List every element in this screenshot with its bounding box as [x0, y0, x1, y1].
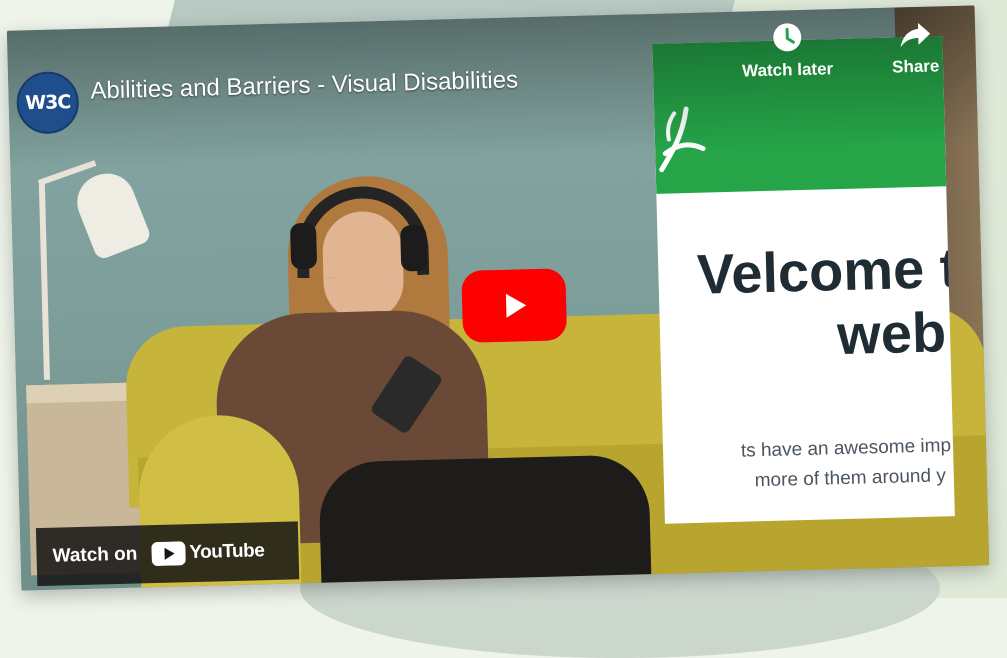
- share-label: Share: [891, 56, 940, 77]
- thumbnail-headphone-right: [400, 224, 428, 272]
- channel-avatar-text: W3C: [24, 91, 71, 115]
- share-arrow-icon: [900, 22, 930, 48]
- slide-heading: Velcome t web: [652, 235, 955, 372]
- clock-icon: [772, 23, 801, 52]
- youtube-logo: YouTube: [151, 539, 265, 567]
- watch-later-label: Watch later: [741, 59, 834, 81]
- thumbnail-headphone-left: [289, 222, 318, 270]
- slide-body-text: ts have an awesome imp more of them arou…: [663, 431, 955, 499]
- play-button[interactable]: [461, 268, 568, 343]
- watch-later-button[interactable]: Watch later: [741, 19, 834, 81]
- video-embed-player[interactable]: Velcome t web ts have an awesome imp mor…: [6, 5, 990, 591]
- youtube-logo-icon: [151, 541, 186, 567]
- thumbnail-person-legs: [318, 454, 652, 591]
- slide-heading-line2: web: [836, 300, 947, 367]
- slide-body-line2: more of them around y: [754, 465, 947, 492]
- watch-on-label: Watch on: [52, 543, 138, 567]
- watch-on-youtube-button[interactable]: Watch on YouTube: [35, 521, 300, 587]
- play-icon: [505, 293, 527, 318]
- share-button[interactable]: Share: [891, 16, 940, 77]
- youtube-wordmark: YouTube: [189, 540, 265, 564]
- slide-heading-line1: Velcome t: [696, 235, 955, 306]
